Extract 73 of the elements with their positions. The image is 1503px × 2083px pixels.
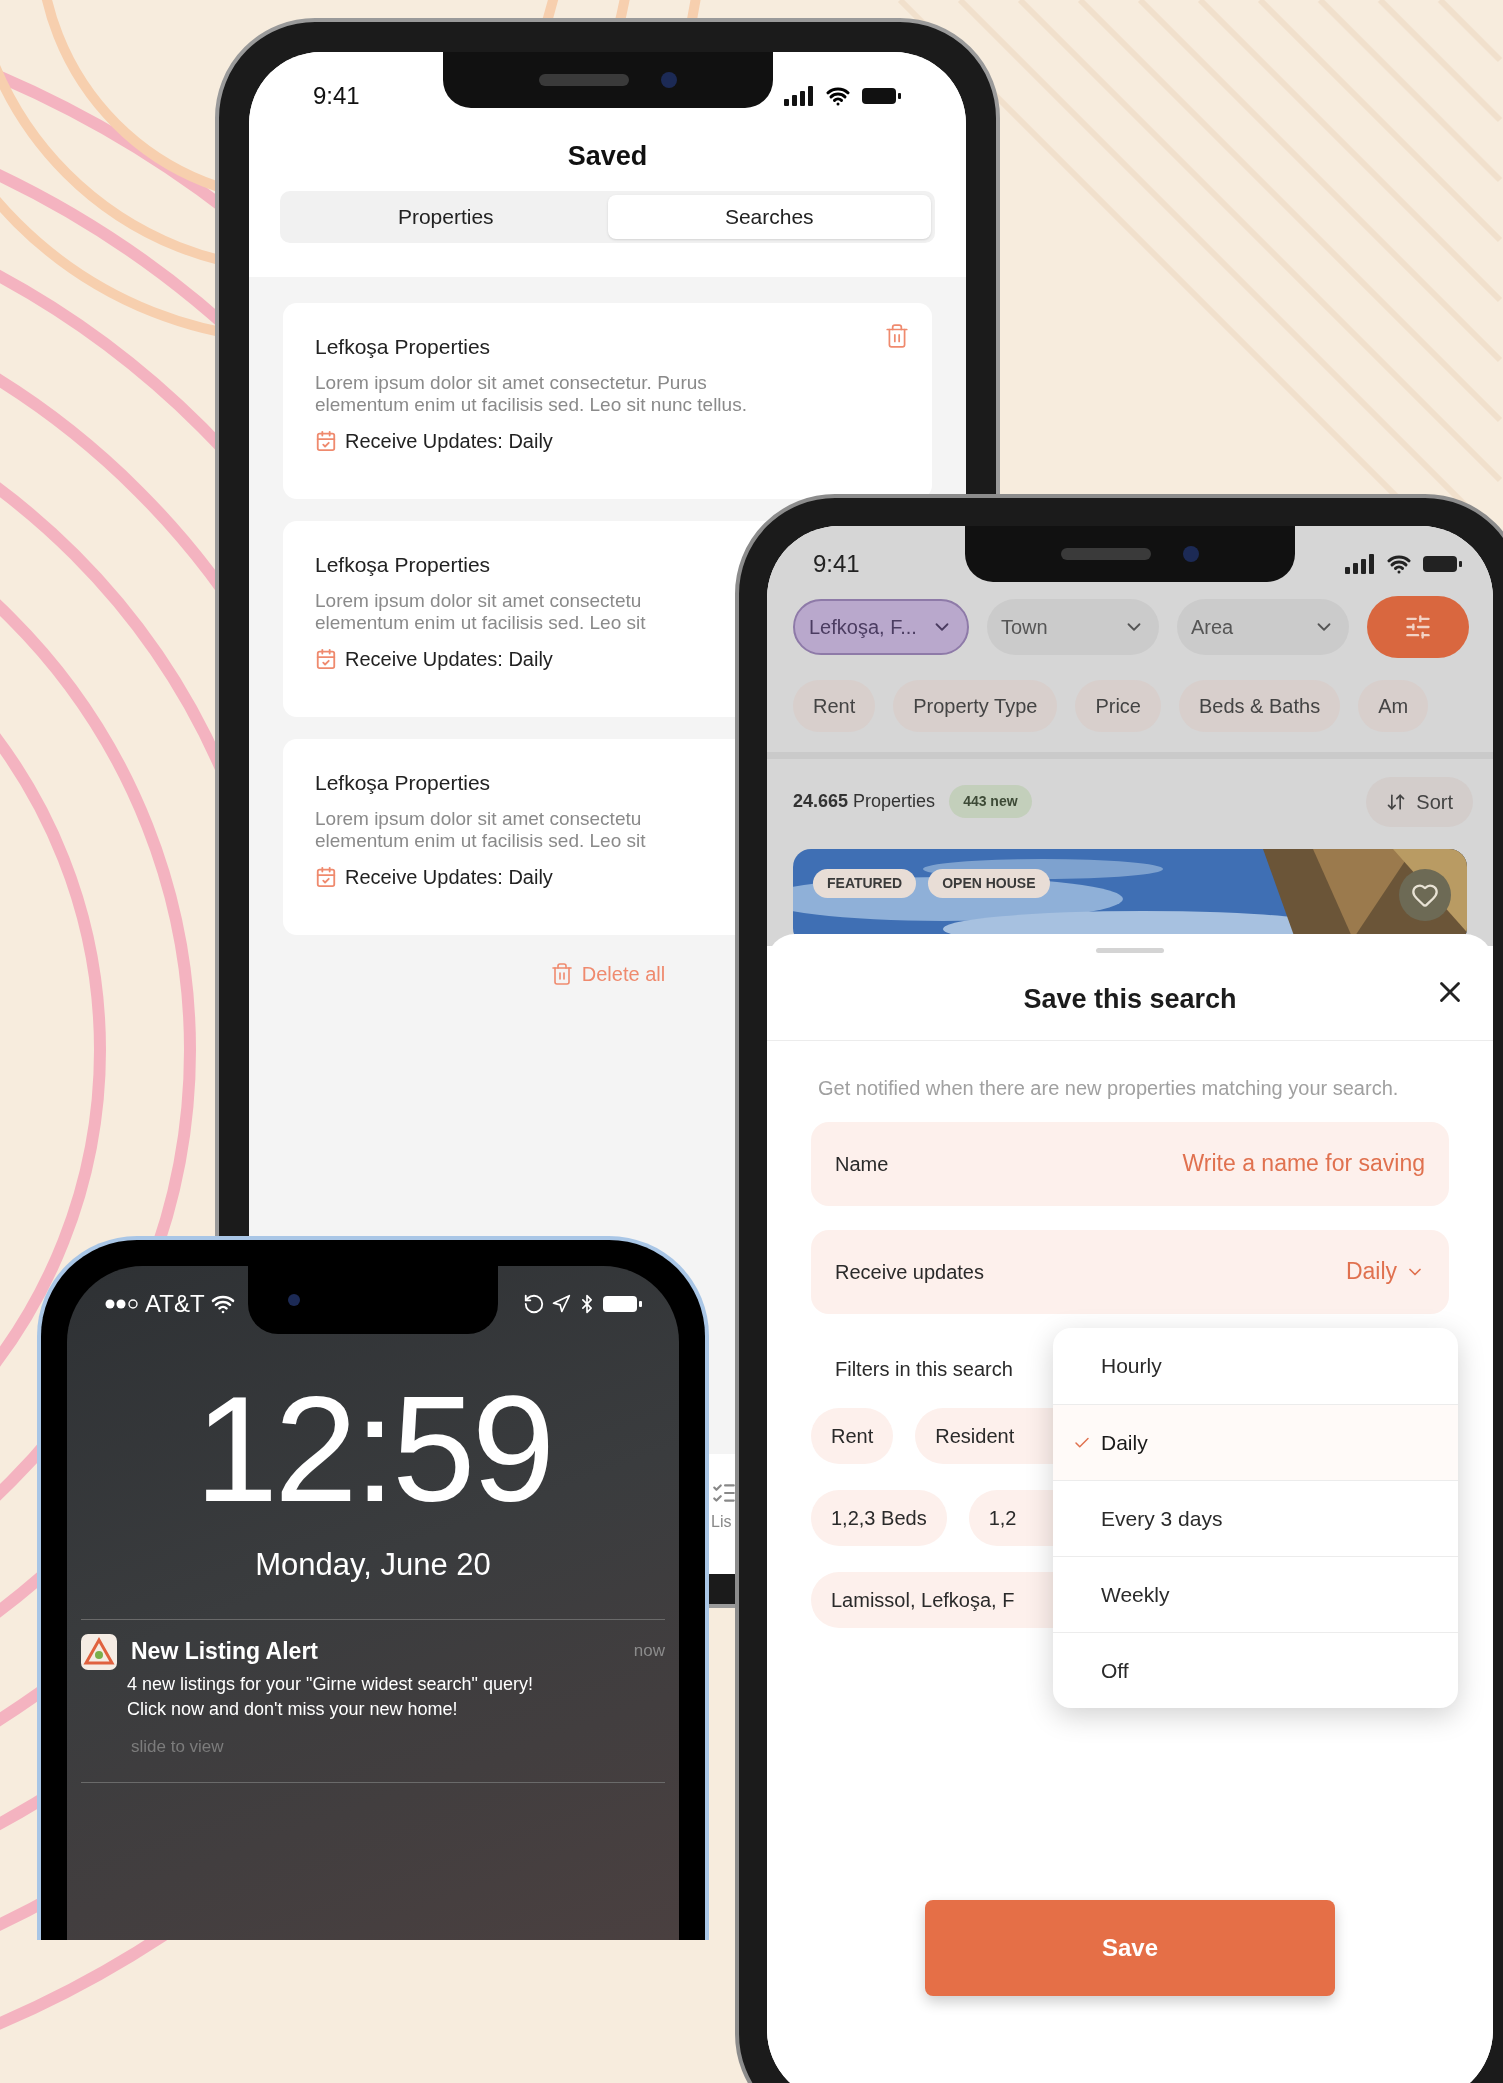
name-input[interactable]: Write a name for saving	[1125, 1146, 1425, 1181]
updates-label: Receive Updates: Daily	[345, 647, 553, 672]
sheet-handle[interactable]	[1096, 948, 1164, 953]
option-label: Hourly	[1101, 1353, 1162, 1380]
location-dropdown[interactable]: Lefkoşa, F...	[793, 599, 969, 656]
sheet-description: Get notified when there are new properties matching your search.	[818, 1076, 1400, 1100]
sort-icon	[1386, 792, 1407, 812]
new-badge: 443 new	[949, 785, 1032, 819]
screen-title: Saved	[567, 140, 648, 173]
filter-chip[interactable]: Rent	[793, 680, 876, 733]
location-dropdown[interactable]: Area	[1177, 599, 1349, 656]
option-label: Off	[1101, 1657, 1129, 1684]
dropdown-option[interactable]: Every 3 days	[1053, 1480, 1458, 1556]
filter-chip[interactable]: Property Type	[893, 680, 1058, 733]
tab[interactable]: Properties	[284, 194, 608, 239]
dropdown-option[interactable]: Weekly	[1053, 1556, 1458, 1632]
status-time: 9:41	[813, 549, 860, 579]
battery-icon	[862, 86, 902, 106]
name-field[interactable]: Name Write a name for saving	[811, 1121, 1449, 1206]
filter-chip[interactable]: Price	[1075, 680, 1161, 733]
updates-label: Receive Updates: Daily	[345, 429, 553, 454]
status-time: 9:41	[313, 81, 360, 111]
updates-label: Receive Updates: Daily	[345, 865, 553, 890]
lock-time: 12:59	[194, 1374, 552, 1524]
saved-search-card[interactable]: Lefkoşa Properties Lorem ipsum dolor sit amet consectetur. Purus elementum enim ut facilisis sed. Leo sit nunc tellus. Receive Updates: Daily	[283, 302, 932, 499]
calendar-icon	[315, 866, 337, 888]
battery-icon	[1423, 554, 1463, 574]
dropdown-option[interactable]: Daily	[1053, 1404, 1458, 1480]
notification-time: now	[633, 1640, 665, 1662]
trash-icon[interactable]	[884, 322, 910, 349]
signal-icon	[1345, 554, 1375, 574]
app-icon	[81, 1633, 117, 1670]
location-icon	[551, 1294, 571, 1314]
dropdown-option[interactable]: Off	[1053, 1632, 1458, 1708]
trash-icon	[549, 961, 574, 986]
notification[interactable]: New Listing Alert now 4 new listings for your "Girne widest search" query! Click now and don't miss your new home! slide to view	[67, 1619, 679, 1782]
calendar-icon	[315, 648, 337, 670]
sort-button[interactable]: Sort	[1366, 777, 1473, 827]
filter-chip: Rent	[811, 1407, 894, 1464]
option-label: Daily	[1101, 1429, 1148, 1456]
filter-chip[interactable]: Beds & Baths	[1178, 680, 1341, 733]
signal-icon	[784, 86, 814, 106]
carrier-name: AT&T	[145, 1289, 205, 1319]
calendar-icon	[315, 430, 337, 452]
listing-badge: OPEN HOUSE	[928, 869, 1050, 898]
rotation-lock-icon	[523, 1293, 545, 1315]
dropdown-option[interactable]: Hourly	[1053, 1328, 1458, 1404]
search-title: Lefkoşa Properties	[315, 333, 491, 360]
tab[interactable]: Searches	[607, 194, 931, 239]
sheet-title: Save this search	[1023, 983, 1237, 1016]
search-title: Lefkoşa Properties	[315, 551, 491, 578]
search-title: Lefkoşa Properties	[315, 769, 491, 796]
search-description: Lorem ipsum dolor sit amet consectetur. Purus elementum enim ut facilisis sed. Leo sit nunc tellus.	[315, 372, 747, 416]
notification-hint: slide to view	[131, 1736, 225, 1758]
updates-field[interactable]: Receive updates Daily	[811, 1229, 1449, 1314]
notification-title: New Listing Alert	[131, 1636, 318, 1666]
sliders-icon	[1404, 613, 1432, 642]
filter-chip[interactable]: Am	[1358, 680, 1429, 733]
notification-body: 4 new listings for your "Girne widest search" query! Click now and don't miss your new home!	[127, 1673, 534, 1721]
updates-value: Daily	[1345, 1254, 1425, 1289]
filters-label: Filters in this search	[835, 1356, 1013, 1382]
filter-chip: 1,2,3 Beds	[811, 1489, 947, 1546]
field-label: Name	[835, 1151, 889, 1177]
option-label: Weekly	[1101, 1581, 1170, 1608]
battery-icon	[603, 1294, 643, 1314]
location-dropdown[interactable]: Town	[987, 599, 1159, 656]
field-label: Receive updates	[835, 1259, 984, 1285]
search-description: Lorem ipsum dolor sit amet consectetu elementum enim ut facilisis sed. Leo sit	[315, 590, 646, 634]
heart-icon	[1411, 881, 1439, 909]
signal-dots-icon	[105, 1298, 139, 1310]
tab-bar-item[interactable]: Lis	[711, 1480, 737, 1574]
lock-date: Monday, June 20	[255, 1546, 491, 1584]
search-description: Lorem ipsum dolor sit amet consectetu elementum enim ut facilisis sed. Leo sit	[315, 808, 646, 852]
